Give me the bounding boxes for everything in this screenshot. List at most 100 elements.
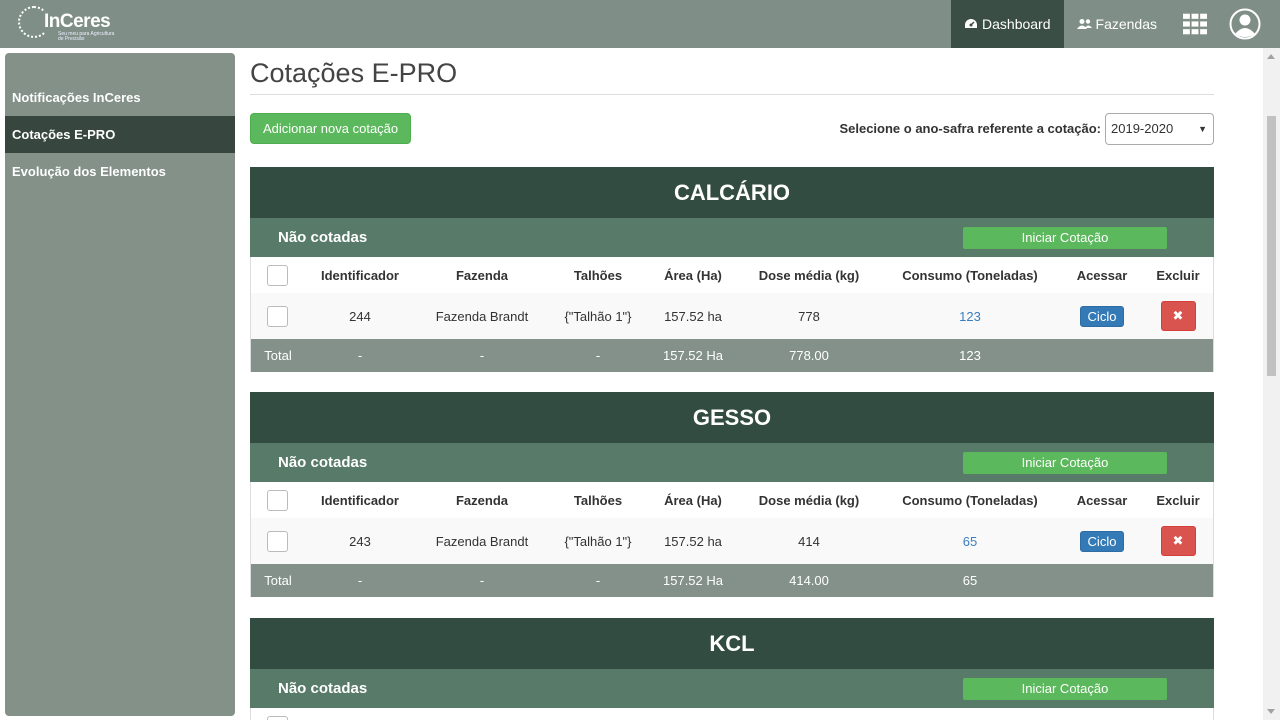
sidebar-item-notificacoes[interactable]: Notificações InCeres — [5, 79, 235, 116]
col-header-acessar: Acessar — [1076, 267, 1128, 283]
col-header-consumo: Consumo (Toneladas) — [902, 267, 1038, 283]
table-header-row: Identificador Fazenda Talhões Área (Ha) … — [251, 482, 1213, 518]
scrollbar-thumb[interactable] — [1267, 116, 1276, 376]
delete-button[interactable]: ✖ — [1160, 301, 1196, 331]
sidebar: Notificações InCeres Cotações E-PRO Evol… — [5, 53, 235, 716]
col-header-identificador: Identificador — [320, 267, 399, 283]
main-content: Cotações E-PRO Adicionar nova cotação Se… — [250, 48, 1214, 720]
cell-fazenda: Fazenda Brandt — [435, 308, 529, 324]
col-header-identificador: Identificador — [320, 492, 399, 508]
cell-talhoes: {"Talhão 1"} — [564, 308, 632, 324]
col-header-talhoes: Talhões — [573, 492, 623, 508]
select-all-checkbox[interactable] — [266, 489, 288, 511]
row-checkbox[interactable] — [266, 530, 288, 552]
delete-button[interactable]: ✖ — [1160, 526, 1196, 556]
inceres-logo[interactable]: InCeres Seu meu para Agricultura de Prec… — [18, 4, 118, 44]
total-dose: 778.00 — [789, 348, 829, 363]
col-header-dose: Dose média (kg) — [758, 492, 860, 508]
page-scrollbar[interactable] — [1263, 48, 1280, 720]
section-subheader: Não cotadas Iniciar Cotação — [250, 443, 1214, 482]
close-icon: ✖ — [1172, 308, 1184, 323]
col-header-area: Área (Ha) — [664, 267, 722, 283]
table-row: 244 Fazenda Brandt {"Talhão 1"} 157.52 h… — [251, 293, 1213, 339]
cell-dose: 414 — [798, 533, 820, 549]
col-header-fazenda: Fazenda — [455, 267, 508, 283]
nav-dashboard[interactable]: Dashboard — [951, 0, 1064, 48]
section-title: KCL — [250, 618, 1214, 669]
cell-identificador: 243 — [349, 533, 371, 549]
sidebar-item-cotacoes[interactable]: Cotações E-PRO — [5, 116, 235, 153]
cell-identificador: 244 — [349, 308, 371, 324]
user-account-button[interactable] — [1224, 0, 1270, 48]
users-icon — [1076, 19, 1092, 29]
quotation-table: Identificador Fazenda Talhões Área (Ha) … — [250, 257, 1214, 372]
start-quotation-button[interactable]: Iniciar Cotação — [963, 678, 1167, 700]
title-divider — [250, 94, 1214, 95]
row-checkbox[interactable] — [266, 305, 288, 327]
section-subheader: Não cotadas Iniciar Cotação — [250, 669, 1214, 708]
cell-talhoes: {"Talhão 1"} — [564, 533, 632, 549]
total-label: Total — [264, 348, 292, 363]
nav-fazendas[interactable]: Fazendas — [1064, 0, 1170, 48]
top-navbar: InCeres Seu meu para Agricultura de Prec… — [0, 0, 1280, 48]
apps-grid-icon — [1183, 13, 1207, 35]
ciclo-button[interactable]: Ciclo — [1079, 305, 1125, 327]
dashboard-icon — [965, 19, 978, 28]
total-identificador: - — [357, 573, 363, 588]
section-status-label: Não cotadas — [278, 680, 368, 697]
total-consumo: 65 — [962, 573, 978, 588]
user-avatar-icon — [1229, 8, 1261, 40]
total-area: 157.52 Ha — [663, 573, 723, 588]
col-header-area: Área (Ha) — [664, 492, 722, 508]
select-all-checkbox[interactable] — [266, 715, 288, 720]
col-header-talhoes: Talhões — [573, 267, 623, 283]
section-status-label: Não cotadas — [278, 229, 368, 246]
ciclo-button[interactable]: Ciclo — [1079, 530, 1125, 552]
section-title: GESSO — [250, 392, 1214, 443]
cell-area: 157.52 ha — [664, 308, 722, 324]
consumo-link[interactable]: 123 — [959, 309, 981, 324]
logo-text: InCeres — [44, 11, 111, 32]
total-dose: 414.00 — [789, 573, 829, 588]
start-quotation-button[interactable]: Iniciar Cotação — [963, 227, 1167, 249]
cell-area: 157.52 ha — [664, 533, 722, 549]
start-quotation-button[interactable]: Iniciar Cotação — [963, 452, 1167, 474]
table-total-row: Total - - - 157.52 Ha 778.00 123 — [251, 339, 1213, 372]
logo-tagline: Seu meu para Agricultura de Precisão — [58, 31, 115, 42]
quotation-table — [250, 708, 1214, 720]
scroll-up-icon[interactable] — [1267, 54, 1275, 59]
page-title: Cotações E-PRO — [250, 58, 458, 88]
year-select-value: 2019-2020 — [1111, 121, 1174, 136]
col-header-dose: Dose média (kg) — [758, 267, 860, 283]
total-fazenda: - — [479, 348, 485, 363]
table-header-row — [251, 708, 1213, 720]
total-talhoes: - — [595, 348, 601, 363]
scroll-down-icon[interactable] — [1267, 709, 1275, 714]
section-kcl: KCL Não cotadas Iniciar Cotação — [250, 618, 1214, 720]
section-title: CALCÁRIO — [250, 167, 1214, 218]
total-area: 157.52 Ha — [663, 348, 723, 363]
total-consumo: 123 — [959, 348, 981, 363]
year-select[interactable]: 2019-2020 ▼ — [1105, 113, 1214, 145]
consumo-link[interactable]: 65 — [963, 534, 977, 549]
section-subheader: Não cotadas Iniciar Cotação — [250, 218, 1214, 257]
select-all-checkbox[interactable] — [266, 264, 288, 286]
caret-down-icon: ▼ — [1198, 124, 1207, 134]
close-icon: ✖ — [1172, 533, 1184, 548]
year-select-label: Selecione o ano-safra referente a cotaçã… — [839, 121, 1101, 136]
cell-fazenda: Fazenda Brandt — [435, 533, 529, 549]
section-gesso: GESSO Não cotadas Iniciar Cotação Identi… — [250, 392, 1214, 597]
section-status-label: Não cotadas — [278, 454, 368, 471]
total-label: Total — [264, 573, 292, 588]
col-header-fazenda: Fazenda — [455, 492, 508, 508]
sidebar-item-evolucao[interactable]: Evolução dos Elementos — [5, 153, 235, 190]
total-talhoes: - — [595, 573, 601, 588]
col-header-consumo: Consumo (Toneladas) — [902, 492, 1038, 508]
col-header-excluir: Excluir — [1156, 492, 1200, 508]
total-identificador: - — [357, 348, 363, 363]
add-quotation-button[interactable]: Adicionar nova cotação — [250, 113, 412, 144]
section-calcario: CALCÁRIO Não cotadas Iniciar Cotação Ide… — [250, 167, 1214, 372]
apps-grid-button[interactable] — [1170, 0, 1224, 48]
quotation-table: Identificador Fazenda Talhões Área (Ha) … — [250, 482, 1214, 597]
table-row: 243 Fazenda Brandt {"Talhão 1"} 157.52 h… — [251, 518, 1213, 564]
